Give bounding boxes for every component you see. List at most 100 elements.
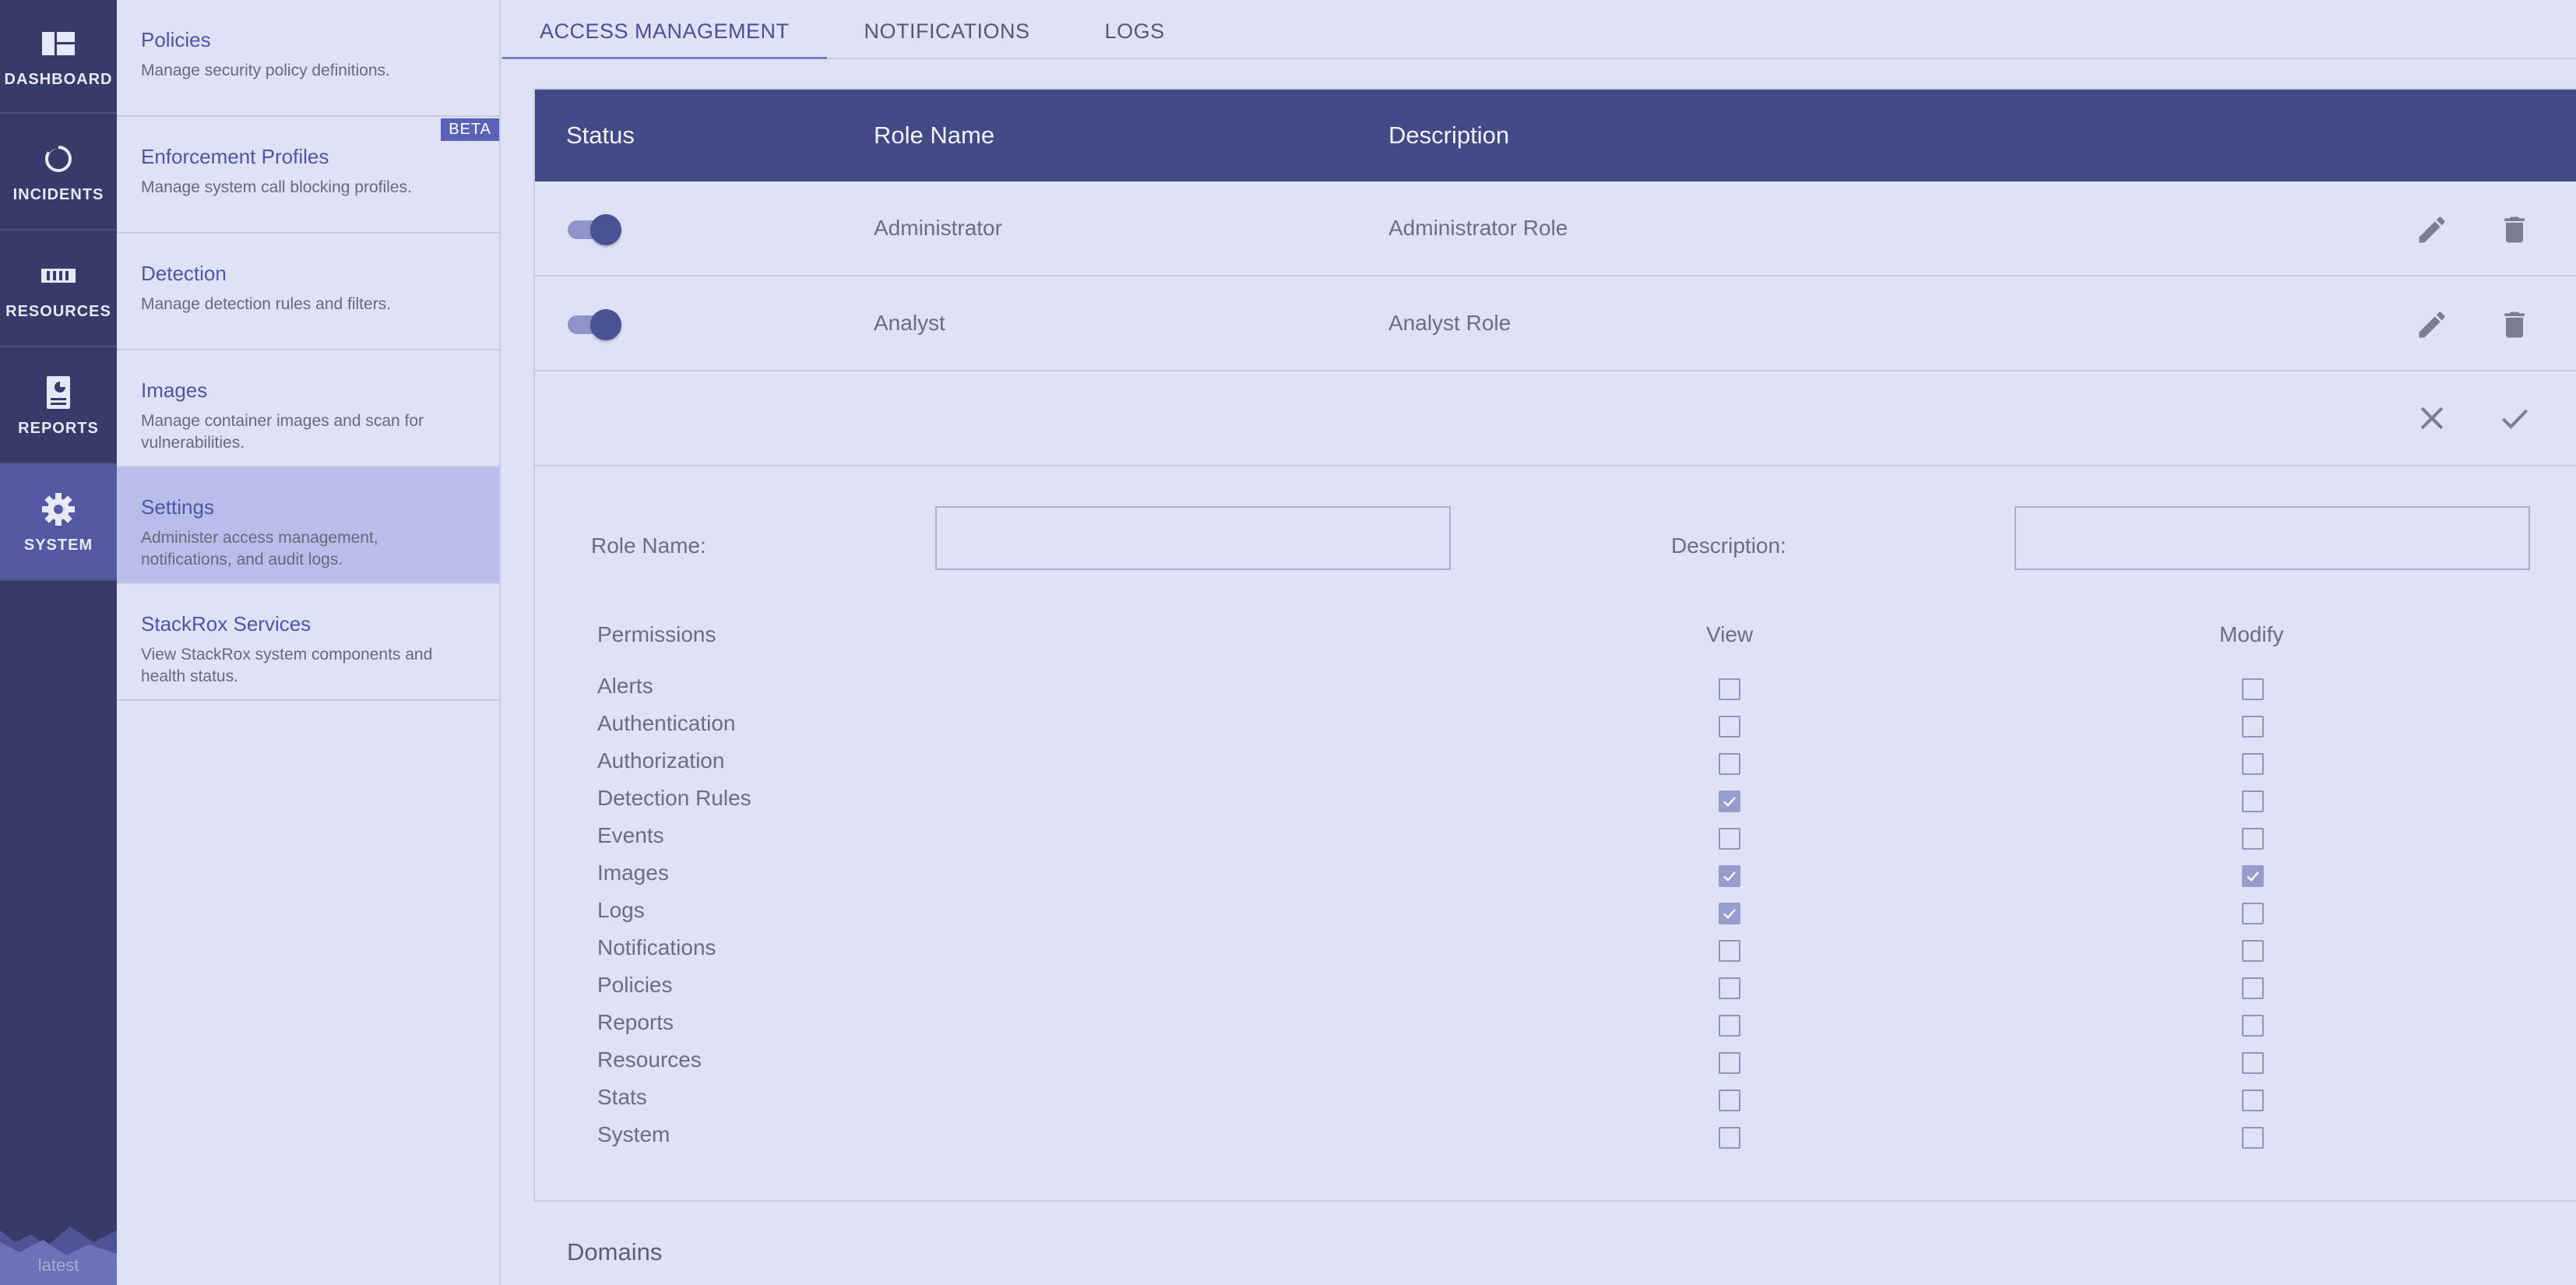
delete-role-button[interactable] — [2497, 308, 2532, 342]
edit-role-button[interactable] — [2415, 213, 2449, 247]
permission-view-checkbox[interactable] — [1719, 940, 1740, 962]
permissions-header: Permissions — [597, 622, 716, 646]
delete-role-button[interactable] — [2497, 213, 2532, 247]
permission-name: Detection Rules — [597, 786, 751, 810]
permission-modify-checkbox[interactable] — [2242, 1090, 2264, 1111]
checkmark-icon — [1723, 871, 1736, 882]
permission-modify-checkbox[interactable] — [2242, 753, 2264, 775]
nav-label-reports: REPORTS — [18, 419, 99, 437]
nav-item-dashboard[interactable]: DASHBOARD — [0, 0, 117, 114]
permission-modify-checkbox[interactable] — [2242, 977, 2264, 999]
permission-name: Notifications — [597, 935, 716, 959]
cancel-button[interactable] — [2415, 401, 2449, 435]
permission-name: Authorization — [597, 748, 725, 773]
resources-icon — [41, 268, 76, 283]
nav-label-system: SYSTEM — [23, 536, 93, 554]
permission-name: Stats — [597, 1085, 647, 1109]
permission-modify-checkbox[interactable] — [2242, 828, 2264, 850]
permission-view-checkbox[interactable] — [1719, 790, 1740, 812]
permission-name: Policies — [597, 973, 673, 997]
permission-name: Events — [597, 823, 664, 847]
table-row[interactable]: Administrator Administrator Role — [535, 181, 2576, 276]
edit-role-button[interactable] — [2415, 308, 2449, 342]
subnav-desc: Manage detection rules and filters. — [141, 295, 392, 313]
permission-view-checkbox[interactable] — [1719, 753, 1740, 775]
nav-label-resources: RESOURCES — [5, 302, 111, 320]
nav-item-reports[interactable]: REPORTS — [0, 347, 117, 464]
permission-view-checkbox[interactable] — [1719, 1090, 1740, 1111]
save-button[interactable] — [2497, 401, 2532, 435]
column-header-role-name: Role Name — [874, 121, 995, 149]
subnav-item-images[interactable]: Images Manage container images and scan … — [117, 350, 499, 467]
permission-modify-checkbox[interactable] — [2242, 716, 2264, 738]
role-name-cell: Administrator — [874, 216, 1002, 240]
checkmark-icon — [1723, 797, 1736, 807]
pencil-icon — [2419, 312, 2445, 338]
incidents-icon — [45, 145, 72, 172]
nav-item-system[interactable]: SYSTEM — [0, 464, 117, 581]
permission-view-checkbox[interactable] — [1719, 977, 1740, 999]
beta-badge: BETA — [441, 118, 499, 141]
subnav-title: Settings — [141, 495, 214, 519]
permission-modify-checkbox[interactable] — [2242, 790, 2264, 812]
roles-table-header: Status Role Name Description — [535, 90, 2576, 181]
tab-notifications[interactable]: NOTIFICATIONS — [827, 0, 1068, 59]
permission-name: Resources — [597, 1047, 702, 1072]
system-subnav: Policies Manage security policy definiti… — [117, 0, 501, 1285]
permission-modify-checkbox[interactable] — [2242, 903, 2264, 924]
tab-logs[interactable]: LOGS — [1068, 0, 1202, 59]
subnav-item-policies[interactable]: Policies Manage security policy definiti… — [117, 0, 499, 117]
description-input[interactable] — [2015, 506, 2530, 570]
permission-view-checkbox[interactable] — [1719, 1015, 1740, 1037]
permission-modify-checkbox[interactable] — [2242, 1015, 2264, 1037]
permission-view-checkbox[interactable] — [1719, 828, 1740, 850]
nav-item-resources[interactable]: RESOURCES — [0, 231, 117, 347]
permission-view-checkbox[interactable] — [1719, 716, 1740, 738]
tab-access-management[interactable]: ACCESS MANAGEMENT — [502, 0, 827, 59]
role-name-input[interactable] — [935, 506, 1451, 570]
gear-icon — [42, 492, 75, 526]
status-toggle[interactable] — [568, 309, 622, 340]
trash-icon — [2504, 217, 2525, 243]
subnav-item-stackrox-services[interactable]: StackRox Services View StackRox system c… — [117, 584, 499, 701]
permission-modify-checkbox[interactable] — [2242, 940, 2264, 962]
column-header-status: Status — [566, 121, 635, 149]
column-header-description: Description — [1388, 121, 1510, 149]
permission-view-checkbox[interactable] — [1719, 903, 1740, 924]
table-row[interactable]: Analyst Analyst Role — [535, 276, 2576, 371]
subnav-title: Enforcement Profiles — [141, 145, 329, 168]
permission-modify-checkbox[interactable] — [2242, 678, 2264, 700]
description-label: Description: — [1671, 533, 1786, 558]
permission-view-checkbox[interactable] — [1719, 1127, 1740, 1149]
checkmark-icon — [2247, 871, 2259, 882]
nav-label-incidents: INCIDENTS — [12, 185, 104, 203]
permission-view-checkbox[interactable] — [1719, 678, 1740, 700]
version-label: latest — [37, 1255, 79, 1275]
role-description-cell: Analyst Role — [1388, 311, 1511, 335]
new-role-action-bar — [535, 371, 2576, 466]
subnav-title: Detection — [141, 262, 227, 285]
subnav-item-detection[interactable]: Detection Manage detection rules and fil… — [117, 234, 499, 350]
permission-name: Images — [597, 861, 669, 885]
toggle-knob — [590, 214, 621, 245]
status-toggle[interactable] — [568, 214, 622, 245]
left-navigation: DASHBOARD INCIDENTS RESOURCES REPORTS SY… — [0, 0, 117, 1285]
permission-modify-checkbox[interactable] — [2242, 1127, 2264, 1149]
subnav-item-settings[interactable]: Settings Administer access management, n… — [117, 467, 499, 584]
nav-item-incidents[interactable]: INCIDENTS — [0, 114, 117, 231]
permission-name: Reports — [597, 1010, 674, 1034]
subnav-title: Images — [141, 378, 208, 402]
domains-heading: Domains — [567, 1238, 663, 1266]
permission-name: Alerts — [597, 674, 653, 698]
permission-modify-checkbox[interactable] — [2242, 1052, 2264, 1074]
subnav-desc: Manage system call blocking profiles. — [141, 178, 412, 196]
subnav-desc: View StackRox system components and heal… — [141, 646, 433, 685]
pencil-icon — [2419, 217, 2445, 243]
permission-view-checkbox[interactable] — [1719, 1052, 1740, 1074]
permission-modify-checkbox[interactable] — [2242, 865, 2264, 887]
role-form: Role Name: Description: Permissions View… — [535, 466, 2576, 1285]
permission-name: Logs — [597, 898, 645, 922]
subnav-item-enforcement-profiles[interactable]: BETA Enforcement Profiles Manage system … — [117, 117, 499, 234]
dashboard-icon — [42, 31, 75, 55]
permission-view-checkbox[interactable] — [1719, 865, 1740, 887]
